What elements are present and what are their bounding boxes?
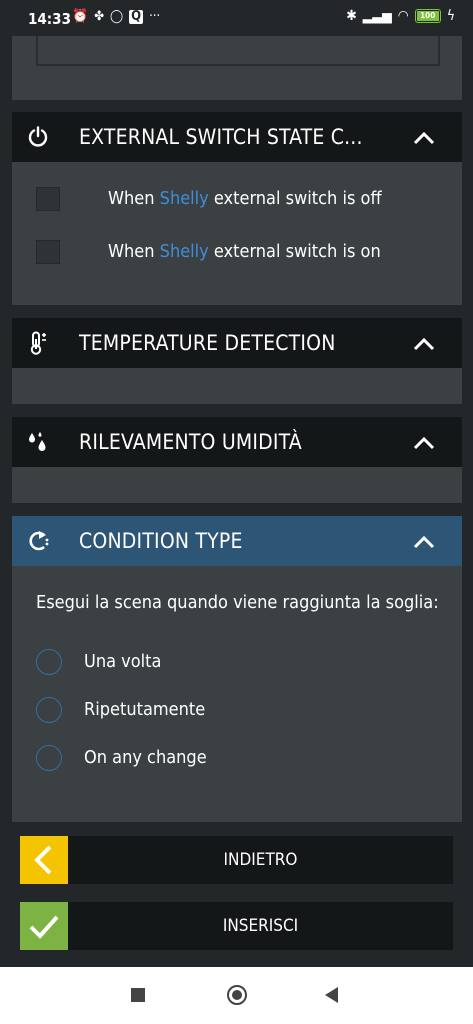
section-title: TEMPERATURE DETECTION	[79, 331, 336, 355]
checkmark-icon	[20, 902, 68, 950]
section-body-temperature	[12, 368, 462, 404]
section-header-external-switch[interactable]: EXTERNAL SWITCH STATE C...	[12, 112, 462, 162]
checkbox-switch-on[interactable]	[36, 240, 60, 264]
whatsapp-icon: ◯	[110, 9, 124, 24]
section-title: EXTERNAL SWITCH STATE C...	[79, 125, 363, 149]
status-time: 14:33	[28, 10, 71, 28]
home-icon[interactable]	[227, 985, 247, 1005]
signal-icon: ▂▃▅	[362, 8, 392, 24]
battery-level: 100	[416, 11, 439, 21]
status-bar: 14:33 ⏰ ✤ ◯ Q ··· ✱ ▂▃▅ ◠ 100 ϟ	[0, 0, 473, 36]
radio-once[interactable]	[36, 649, 62, 675]
fan-icon: ✤	[94, 9, 104, 24]
section-header-humidity[interactable]: RILEVAMENTO UMIDITÀ	[12, 417, 462, 467]
radio-any-change[interactable]	[36, 745, 62, 771]
status-icons-left: ⏰ ✤ ◯ Q ···	[72, 9, 160, 24]
section-title: CONDITION TYPE	[79, 529, 243, 553]
refresh-icon	[29, 531, 49, 551]
checkbox-row-switch-off[interactable]: When Shelly external switch is off	[36, 186, 382, 212]
previous-section-body	[12, 36, 462, 100]
chevron-left-icon	[20, 836, 68, 884]
chevron-up-icon[interactable]	[412, 431, 436, 455]
status-icons-right: ✱ ▂▃▅ ◠ 100 ϟ	[346, 8, 455, 24]
q-app-icon: Q	[129, 9, 144, 24]
checkbox-label: When Shelly external switch is off	[108, 188, 382, 209]
radio-label: Una volta	[84, 651, 162, 672]
section-header-temperature[interactable]: TEMPERATURE DETECTION	[12, 318, 462, 368]
section-body-external-switch: When Shelly external switch is off When …	[12, 162, 462, 305]
radio-repeatedly[interactable]	[36, 697, 62, 723]
back-button-label[interactable]: INDIETRO	[68, 836, 453, 884]
chevron-up-icon[interactable]	[412, 126, 436, 150]
back-nav-icon[interactable]	[325, 987, 338, 1003]
system-nav-bar	[0, 967, 473, 1024]
bluetooth-icon: ✱	[346, 8, 357, 24]
previous-section-field	[36, 36, 440, 66]
chevron-up-icon[interactable]	[412, 530, 436, 554]
water-drops-icon	[29, 432, 46, 451]
power-icon	[28, 126, 48, 147]
chevron-up-icon[interactable]	[412, 332, 436, 356]
checkbox-switch-off[interactable]	[36, 187, 60, 211]
recent-apps-icon[interactable]	[131, 988, 145, 1002]
condition-intro-text: Esegui la scena quando viene raggiunta l…	[36, 592, 439, 613]
device-name: Shelly	[159, 241, 209, 262]
radio-label: Ripetutamente	[84, 699, 206, 720]
device-name: Shelly	[159, 188, 209, 209]
checkbox-label: When Shelly external switch is on	[108, 241, 381, 262]
insert-button-label[interactable]: INSERISCI	[68, 902, 453, 950]
section-header-condition[interactable]: CONDITION TYPE	[12, 516, 462, 566]
radio-label: On any change	[84, 747, 207, 768]
wifi-icon: ◠	[397, 8, 409, 24]
thermometer-icon	[30, 331, 46, 355]
battery-icon: 100	[414, 9, 441, 23]
checkbox-row-switch-on[interactable]: When Shelly external switch is on	[36, 239, 381, 265]
back-button[interactable]: INDIETRO	[20, 836, 453, 884]
insert-button[interactable]: INSERISCI	[20, 902, 453, 950]
alarm-icon: ⏰	[72, 9, 89, 24]
charging-icon: ϟ	[446, 8, 455, 24]
more-notifications: ···	[149, 9, 161, 24]
section-body-humidity	[12, 467, 462, 503]
section-title: RILEVAMENTO UMIDITÀ	[79, 430, 302, 454]
